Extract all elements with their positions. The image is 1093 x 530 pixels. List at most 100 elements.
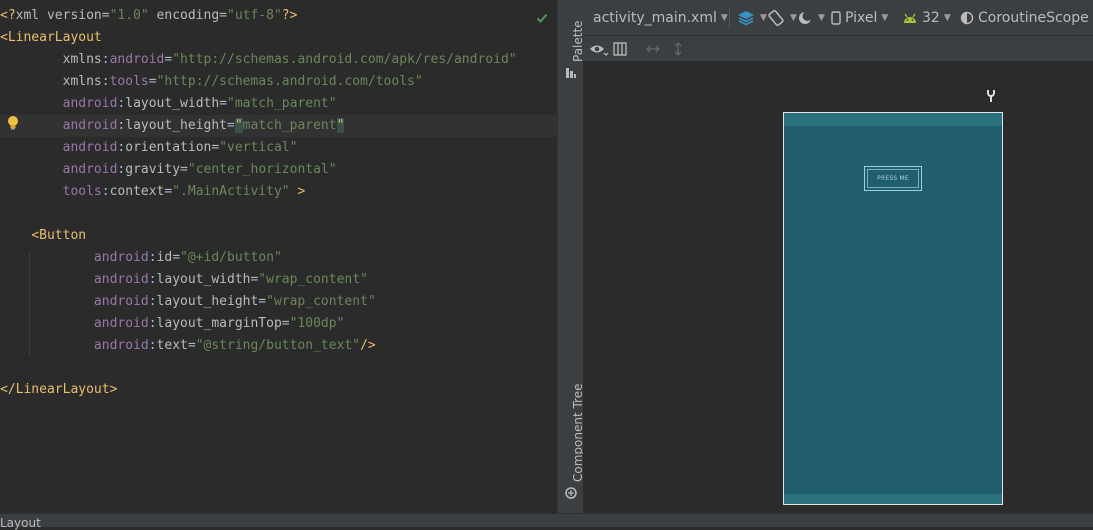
code-token: context — [110, 184, 165, 199]
code-token: = — [188, 338, 196, 353]
code-token: "@string/button_text" — [196, 338, 360, 353]
chevron-down-icon: ▼ — [818, 13, 825, 23]
component-tree-tab[interactable]: Component Tree — [558, 380, 584, 505]
side-tool-strip: Palette Component Tree — [557, 0, 585, 513]
lightbulb-intention-icon[interactable] — [6, 115, 20, 135]
orientation-button[interactable]: ▼ — [766, 0, 797, 35]
code-line[interactable]: android:layout_width="wrap_content" — [0, 269, 368, 291]
api-level-value: 32 — [922, 10, 940, 26]
code-token: "center_horizontal" — [188, 162, 337, 177]
code-token: android — [94, 272, 149, 287]
code-token: ".MainActivity" — [172, 184, 289, 199]
code-token: "http://schemas.android.com/apk/res/andr… — [172, 52, 516, 67]
code-token: match_parent — [243, 118, 337, 133]
code-token: layout_width — [125, 96, 219, 111]
night-mode-button[interactable]: ▼ — [796, 0, 825, 35]
code-token: android — [94, 338, 149, 353]
code-token: id — [157, 250, 173, 265]
toolbar-separator — [729, 8, 730, 28]
code-token: = — [282, 316, 290, 331]
api-level-selector[interactable]: 32 ▼ — [902, 0, 951, 35]
bottom-bar-label[interactable]: Layout — [0, 517, 41, 529]
inspection-ok-icon[interactable] — [536, 9, 548, 28]
code-line[interactable]: android:text="@string/button_text"/> — [0, 335, 376, 357]
horizontal-resize-button[interactable] — [645, 36, 661, 61]
code-line[interactable]: tools:context=".MainActivity" > — [0, 181, 305, 203]
code-token: "vertical" — [219, 140, 297, 155]
vertical-arrows-icon — [673, 41, 683, 57]
code-token: layout_width — [157, 272, 251, 287]
code-line[interactable]: android:layout_height="match_parent" — [0, 115, 557, 137]
layers-icon — [736, 9, 756, 27]
theme-selector[interactable]: CoroutineScope ▼ — [960, 0, 1093, 35]
code-token: tools — [110, 74, 149, 89]
preview-button[interactable]: PRESS ME — [864, 166, 922, 191]
code-line[interactable]: android:orientation="vertical" — [0, 137, 297, 159]
code-token: : — [102, 74, 110, 89]
code-token: "wrap_content" — [266, 294, 376, 309]
chevron-down-icon: ▼ — [944, 13, 951, 23]
code-token — [0, 96, 63, 111]
code-token: /> — [360, 338, 376, 353]
view-options-button[interactable] — [589, 36, 609, 61]
code-line[interactable]: xmlns:android="http://schemas.android.co… — [0, 49, 517, 71]
wrench-icon[interactable] — [985, 88, 997, 107]
code-line[interactable]: </LinearLayout> — [0, 379, 117, 401]
layout-file-selector[interactable]: activity_main.xml ▼ — [593, 0, 728, 35]
eye-icon — [589, 42, 609, 56]
code-token: gravity — [125, 162, 180, 177]
code-line[interactable]: android:layout_marginTop="100dp" — [0, 313, 344, 335]
vertical-resize-button[interactable] — [673, 36, 683, 61]
theme-name: CoroutineScope — [978, 10, 1089, 26]
code-token: : — [149, 316, 157, 331]
code-token: = — [102, 8, 110, 23]
code-token: = — [180, 162, 188, 177]
palette-tab[interactable]: Palette — [558, 8, 584, 82]
device-preview[interactable]: PRESS ME — [783, 112, 1003, 505]
code-line[interactable]: <Button — [0, 225, 86, 247]
columns-icon — [613, 42, 627, 56]
code-line[interactable]: <LinearLayout — [0, 27, 102, 49]
code-token: ?> — [282, 8, 298, 23]
code-token: : — [149, 338, 157, 353]
code-line[interactable]: android:gravity="center_horizontal" — [0, 159, 337, 181]
code-token: " — [337, 118, 345, 133]
code-line[interactable]: android:layout_width="match_parent" — [0, 93, 337, 115]
status-bar — [784, 113, 1002, 126]
code-token: : — [149, 294, 157, 309]
code-token — [0, 228, 31, 243]
code-token: : — [149, 272, 157, 287]
code-token: text — [157, 338, 188, 353]
xml-code-editor[interactable]: <?xml version="1.0" encoding="utf-8"?><L… — [0, 0, 557, 513]
code-token: android — [63, 162, 118, 177]
code-token: android — [94, 316, 149, 331]
code-token: = — [219, 96, 227, 111]
code-token — [0, 294, 94, 309]
code-token: > — [290, 184, 306, 199]
code-token: android — [94, 294, 149, 309]
code-token: <LinearLayout — [0, 30, 102, 45]
design-surface-button[interactable]: ▼ — [736, 0, 767, 35]
code-line[interactable]: android:id="@+id/button" — [0, 247, 282, 269]
code-token: android — [63, 96, 118, 111]
horizontal-arrows-icon — [645, 44, 661, 54]
preview-button-label: PRESS ME — [877, 175, 909, 182]
rotate-device-icon — [766, 9, 786, 27]
bottom-tool-bar: Layout — [0, 513, 1093, 527]
code-token: <Button — [31, 228, 86, 243]
code-line[interactable]: xmlns:tools="http://schemas.android.com/… — [0, 71, 423, 93]
code-token: "100dp" — [290, 316, 345, 331]
code-token: android — [63, 140, 118, 155]
design-canvas[interactable]: PRESS ME — [583, 61, 1093, 513]
code-token: " — [235, 118, 243, 133]
code-line[interactable]: <?xml version="1.0" encoding="utf-8"?> — [0, 5, 297, 27]
code-line[interactable]: android:layout_height="wrap_content" — [0, 291, 376, 313]
code-token — [0, 162, 63, 177]
code-token: xmlns — [63, 74, 102, 89]
blueprint-button[interactable] — [613, 36, 627, 61]
code-token: encoding — [149, 8, 219, 23]
component-tree-icon — [565, 487, 577, 499]
theme-icon — [960, 11, 974, 25]
code-token: xml version — [16, 8, 102, 23]
device-selector[interactable]: Pixel ▼ — [831, 0, 888, 35]
